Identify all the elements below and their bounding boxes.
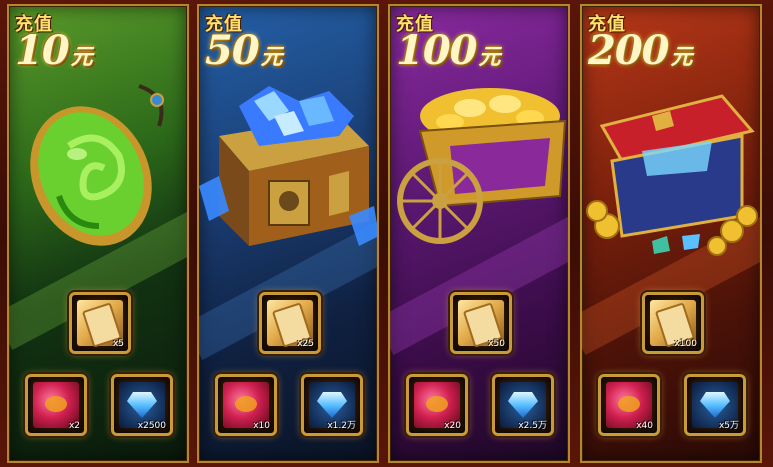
reward-slot-scroll[interactable]: x5 — [69, 292, 131, 354]
reward-slot-scroll[interactable]: x50 — [450, 292, 512, 354]
reward-slot-diamond[interactable]: x1.2万 — [301, 374, 363, 436]
reward-slot-orb[interactable]: x2 — [25, 374, 87, 436]
amount-unit: 元 — [478, 44, 501, 70]
reward-count: x20 — [444, 421, 461, 431]
reward-slot-scroll[interactable]: x100 — [642, 292, 704, 354]
recharge-tier-100[interactable]: 充值 100元 x50 x20 x2.5万 — [388, 4, 570, 463]
recharge-tier-200[interactable]: 充值 200元 x100 x40 x5万 — [580, 4, 762, 463]
amount-unit: 元 — [70, 44, 93, 70]
crystal-chest-icon — [199, 86, 377, 246]
recharge-tier-10[interactable]: 充值 10元 x5 x2 x2500 — [7, 4, 189, 463]
amount-value: 100 — [396, 27, 477, 74]
reward-count: x100 — [674, 339, 697, 349]
reward-slot-scroll[interactable]: x25 — [259, 292, 321, 354]
reward-count: x25 — [297, 339, 314, 349]
amount-unit: 元 — [670, 44, 693, 70]
reward-slot-orb[interactable]: x20 — [406, 374, 468, 436]
amount-unit: 元 — [260, 44, 283, 70]
reward-slot-diamond[interactable]: x2500 — [111, 374, 173, 436]
reward-slot-diamond[interactable]: x2.5万 — [492, 374, 554, 436]
amount-value: 50 — [205, 27, 260, 74]
tier-amount: 10元 — [15, 27, 93, 78]
reward-count: x40 — [636, 421, 653, 431]
reward-slot-orb[interactable]: x40 — [598, 374, 660, 436]
reward-count: x2500 — [137, 421, 166, 431]
reward-count: x5 — [112, 339, 124, 349]
recharge-tier-50[interactable]: 充值 50元 x25 x10 x1.2万 — [197, 4, 379, 463]
reward-slot-diamond[interactable]: x5万 — [684, 374, 746, 436]
treasure-chest-icon — [586, 94, 758, 256]
gold-cart-icon — [397, 88, 567, 244]
recharge-rewards-board: 充值 10元 x5 x2 x2500 充值 50元 x25 x10 x1.2万 … — [0, 0, 773, 467]
amount-value: 200 — [588, 27, 669, 74]
reward-count: x2.5万 — [518, 421, 547, 431]
reward-count: x50 — [488, 339, 505, 349]
jade-pendant-icon — [30, 84, 164, 246]
reward-count: x2 — [68, 421, 80, 431]
amount-value: 10 — [15, 27, 70, 74]
tier-amount: 100元 — [396, 27, 501, 78]
reward-slot-orb[interactable]: x10 — [215, 374, 277, 436]
tier-amount: 50元 — [205, 27, 283, 78]
reward-count: x5万 — [718, 421, 739, 431]
reward-count: x10 — [253, 421, 270, 431]
reward-count: x1.2万 — [327, 421, 356, 431]
tier-amount: 200元 — [588, 27, 693, 78]
